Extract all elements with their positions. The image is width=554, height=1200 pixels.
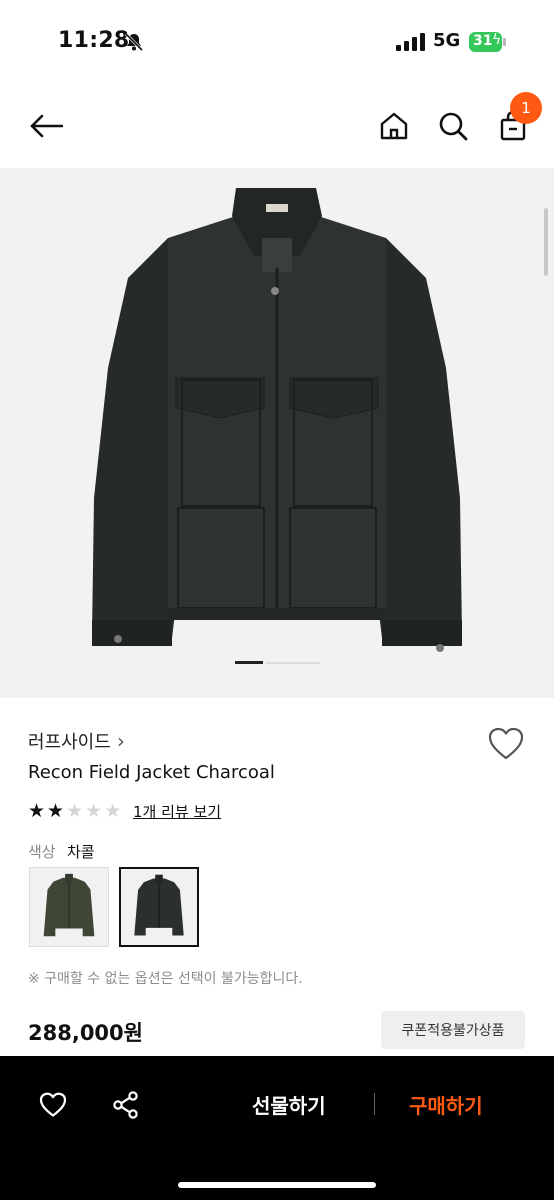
star-icon: ★ bbox=[47, 800, 65, 822]
heart-icon bbox=[39, 1092, 67, 1117]
bottom-divider bbox=[374, 1093, 375, 1115]
status-time: 11:28 bbox=[58, 28, 130, 53]
price: 288,000원 bbox=[28, 1021, 143, 1045]
battery-icon: 31 ϟ bbox=[469, 31, 507, 53]
home-button[interactable] bbox=[372, 104, 416, 148]
network-type: 5G bbox=[433, 30, 461, 51]
battery-level: 31 bbox=[473, 33, 493, 49]
brand-link[interactable]: 러프사이드 › bbox=[28, 728, 125, 754]
back-button[interactable] bbox=[24, 104, 68, 148]
buy-button[interactable]: 구매하기 bbox=[409, 1090, 483, 1119]
product-title: Recon Field Jacket Charcoal bbox=[28, 762, 275, 783]
jacket-image bbox=[92, 188, 462, 652]
search-icon bbox=[439, 112, 468, 141]
color-label: 색상 bbox=[28, 843, 56, 861]
share-button[interactable] bbox=[104, 1083, 148, 1127]
star-icon: ★ bbox=[85, 800, 103, 822]
search-button[interactable] bbox=[431, 104, 475, 148]
option-notice: ※ 구매할 수 없는 옵션은 선택이 불가능합니다. bbox=[28, 971, 303, 987]
chevron-right-icon: › bbox=[116, 729, 125, 753]
home-icon bbox=[380, 112, 408, 140]
gift-button[interactable]: 선물하기 bbox=[252, 1090, 326, 1119]
arrow-left-icon bbox=[30, 114, 63, 138]
star-icon: ★ bbox=[28, 800, 46, 822]
cart-count-badge: 1 bbox=[510, 92, 542, 124]
color-swatch-khaki[interactable] bbox=[29, 867, 109, 947]
brand-name: 러프사이드 bbox=[28, 732, 111, 753]
home-indicator[interactable] bbox=[178, 1182, 376, 1188]
wishlist-button[interactable] bbox=[486, 724, 526, 764]
heart-icon bbox=[488, 727, 524, 760]
review-link[interactable]: 1개 리뷰 보기 bbox=[133, 801, 221, 822]
coupon-badge: 쿠폰적용불가상품 bbox=[381, 1011, 525, 1049]
jacket-khaki-thumbnail bbox=[43, 873, 95, 937]
cellular-signal-icon bbox=[396, 33, 425, 51]
bell-muted-icon bbox=[124, 32, 144, 52]
share-icon bbox=[113, 1091, 138, 1119]
page-scrollbar[interactable] bbox=[544, 208, 548, 276]
gallery-indicator-track bbox=[266, 662, 320, 664]
star-icon: ★ bbox=[66, 800, 84, 822]
jacket-charcoal-thumbnail bbox=[134, 874, 184, 936]
rating-stars: ★ ★ ★ ★ ★ bbox=[28, 800, 121, 822]
charging-bolt-icon: ϟ bbox=[492, 32, 502, 48]
gallery-indicator-active bbox=[235, 661, 263, 664]
product-image-gallery[interactable] bbox=[0, 168, 554, 698]
color-value: 차콜 bbox=[67, 843, 95, 861]
color-swatch-charcoal[interactable] bbox=[119, 867, 199, 947]
bottom-wishlist-button[interactable] bbox=[31, 1083, 75, 1127]
bottom-action-bar bbox=[0, 1056, 554, 1200]
star-icon: ★ bbox=[104, 800, 122, 822]
